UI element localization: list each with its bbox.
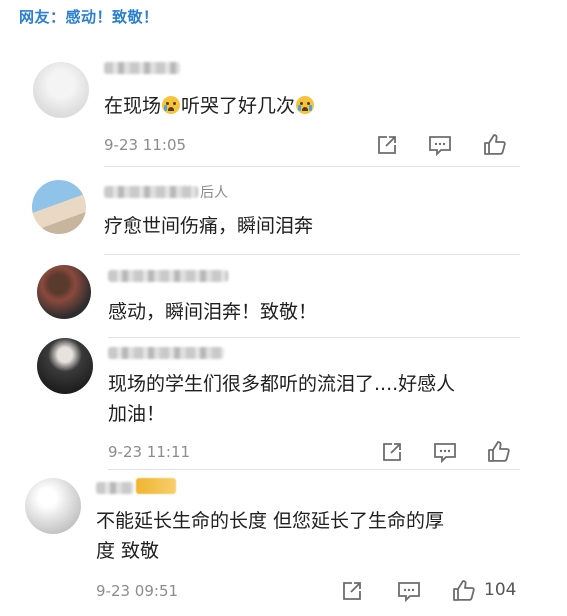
- comment-text-line-2: 加油！: [108, 403, 166, 425]
- share-icon[interactable]: [340, 580, 364, 602]
- comment-text-part: 在现场: [104, 95, 162, 117]
- username-suffix[interactable]: 后人: [200, 182, 228, 202]
- timestamp: 9-23 11:05: [104, 136, 187, 154]
- divider: [104, 254, 520, 255]
- username-blurred[interactable]: [96, 482, 134, 494]
- comment-text: 在现场 听哭了好几次: [104, 92, 315, 120]
- like-count: 104: [484, 580, 517, 600]
- reply-icon[interactable]: [397, 580, 421, 602]
- comment-text-line-1: 现场的学生们很多都听的流泪了....好感人: [108, 373, 456, 395]
- user-badge: [136, 478, 176, 494]
- username-blurred[interactable]: [104, 62, 180, 74]
- sobbing-emoji-icon: [296, 96, 315, 114]
- comment-text: 感动，瞬间泪奔！致敬！: [108, 301, 318, 323]
- username-blurred[interactable]: [108, 347, 224, 359]
- timestamp: 9-23 11:11: [108, 443, 191, 461]
- comment-text-part: 听哭了好几次: [181, 95, 296, 117]
- thumbs-up-icon[interactable]: [487, 440, 511, 462]
- comment-text: 疗愈世间伤痛，瞬间泪奔: [104, 215, 314, 237]
- comment-text-line-1: 不能延长生命的长度 但您延长了生命的厚: [96, 510, 445, 532]
- comment-text-line-2: 度 致敬: [96, 540, 160, 562]
- divider: [108, 469, 520, 470]
- share-icon[interactable]: [380, 441, 404, 463]
- username-blurred[interactable]: [108, 270, 228, 282]
- reply-icon[interactable]: [428, 134, 452, 156]
- share-icon[interactable]: [375, 134, 399, 156]
- avatar[interactable]: [33, 62, 89, 118]
- divider: [108, 337, 520, 338]
- username-blurred[interactable]: [104, 186, 198, 198]
- thumbs-up-icon[interactable]: [483, 133, 507, 155]
- avatar[interactable]: [25, 478, 81, 534]
- page-header: 网友：感动！致敬！: [19, 8, 159, 26]
- reply-icon[interactable]: [433, 441, 457, 463]
- avatar[interactable]: [37, 265, 91, 319]
- avatar[interactable]: [32, 180, 86, 234]
- thumbs-up-icon[interactable]: [452, 579, 476, 601]
- crying-emoji-icon: [162, 96, 181, 114]
- timestamp: 9-23 09:51: [96, 582, 179, 600]
- divider: [104, 166, 520, 167]
- avatar[interactable]: [37, 338, 93, 394]
